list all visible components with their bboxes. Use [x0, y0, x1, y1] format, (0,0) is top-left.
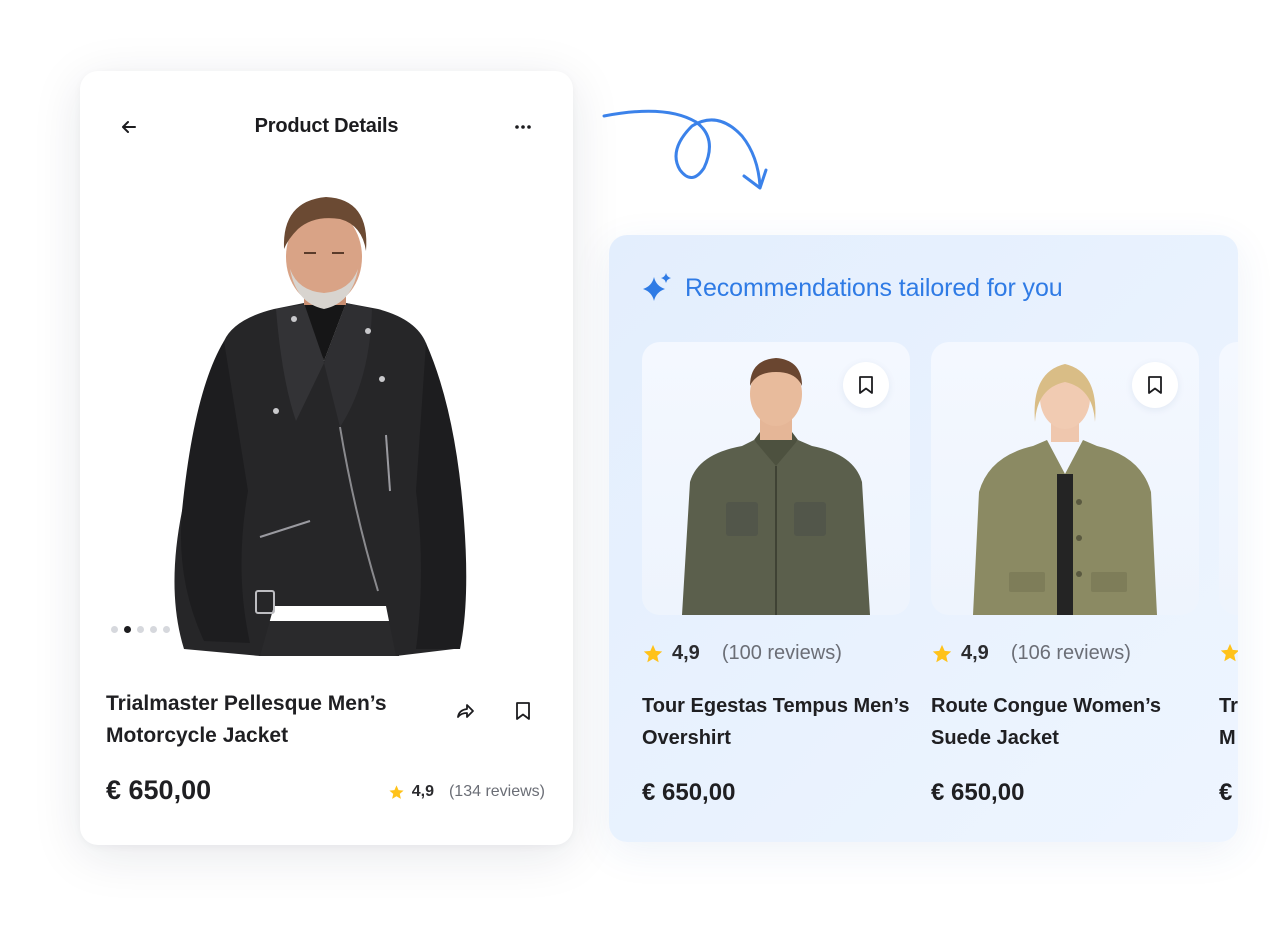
recommendation-rating: 4,9 (100 reviews) [642, 642, 842, 665]
rating-value: 4,9 [961, 642, 989, 664]
bookmark-icon [859, 376, 873, 394]
recommendation-card[interactable]: 4,9 (100 reviews) Tour Egestas Tempus Me… [642, 342, 910, 806]
more-options-button[interactable] [505, 109, 541, 145]
recommendations-title: Recommendations tailored for you [685, 273, 1063, 302]
rating-value: 4,9 [411, 783, 434, 800]
bookmark-icon [516, 702, 530, 720]
recommendation-rating [1219, 642, 1238, 664]
product-image [174, 197, 467, 656]
page-title: Product Details [254, 115, 399, 137]
star-icon [1220, 643, 1238, 662]
recommendation-card[interactable]: 4,9 (106 reviews) Route Congue Women’s S… [931, 342, 1199, 806]
recommendation-name[interactable]: Route Congue Women’s Suede Jacket [931, 690, 1211, 754]
carousel-dot-active[interactable] [124, 626, 131, 633]
product-price: € 650,00 [106, 775, 212, 805]
more-horizontal-icon [515, 125, 531, 129]
product-details-card: Product Details Trialmaster Pellesque Me… [80, 71, 573, 845]
carousel-dot[interactable] [137, 626, 144, 633]
recommendation-price: € [1219, 779, 1233, 806]
recommendation-price: € 650,00 [642, 779, 736, 806]
star-icon [932, 644, 952, 662]
bookmark-button[interactable] [505, 693, 541, 729]
star-icon [389, 784, 404, 799]
sparkle-icon [643, 273, 671, 301]
save-recommendation-button[interactable] [1132, 362, 1178, 408]
carousel-dot[interactable] [163, 626, 170, 633]
product-details-header: Product Details [80, 109, 573, 143]
curved-arrow-icon [602, 109, 768, 190]
carousel-dot[interactable] [111, 626, 118, 633]
image-carousel-indicator[interactable] [111, 626, 170, 633]
recommendation-price: € 650,00 [931, 779, 1025, 806]
product-rating: 4,9 (134 reviews) [388, 783, 545, 801]
review-count: (100 reviews) [721, 642, 842, 664]
recommendation-rating: 4,9 (106 reviews) [931, 642, 1131, 665]
rating-value: 4,9 [672, 642, 700, 664]
share-button[interactable] [447, 693, 483, 729]
review-count[interactable]: (134 reviews) [449, 783, 545, 801]
carousel-dot[interactable] [150, 626, 157, 633]
recommendation-name[interactable]: Tour Egestas Tempus Men’s Overshirt [642, 690, 922, 754]
recommendation-image[interactable] [931, 342, 1199, 615]
recommendation-image[interactable] [642, 342, 910, 615]
recommendation-image[interactable] [1219, 342, 1238, 615]
share-icon [457, 704, 474, 718]
recommendation-name[interactable]: Tr M [1219, 690, 1238, 754]
review-count: (106 reviews) [1010, 642, 1131, 664]
recommendations-header: Recommendations tailored for you [641, 272, 1063, 304]
save-recommendation-button[interactable] [843, 362, 889, 408]
recommendation-card[interactable]: Tr M € [1219, 342, 1238, 806]
star-icon [643, 644, 663, 662]
bookmark-icon [1148, 376, 1162, 394]
product-name: Trialmaster Pellesque Men’s Motorcycle J… [106, 692, 387, 747]
recommendations-panel: Recommendations tailored for you 4,9 (10… [609, 235, 1238, 842]
